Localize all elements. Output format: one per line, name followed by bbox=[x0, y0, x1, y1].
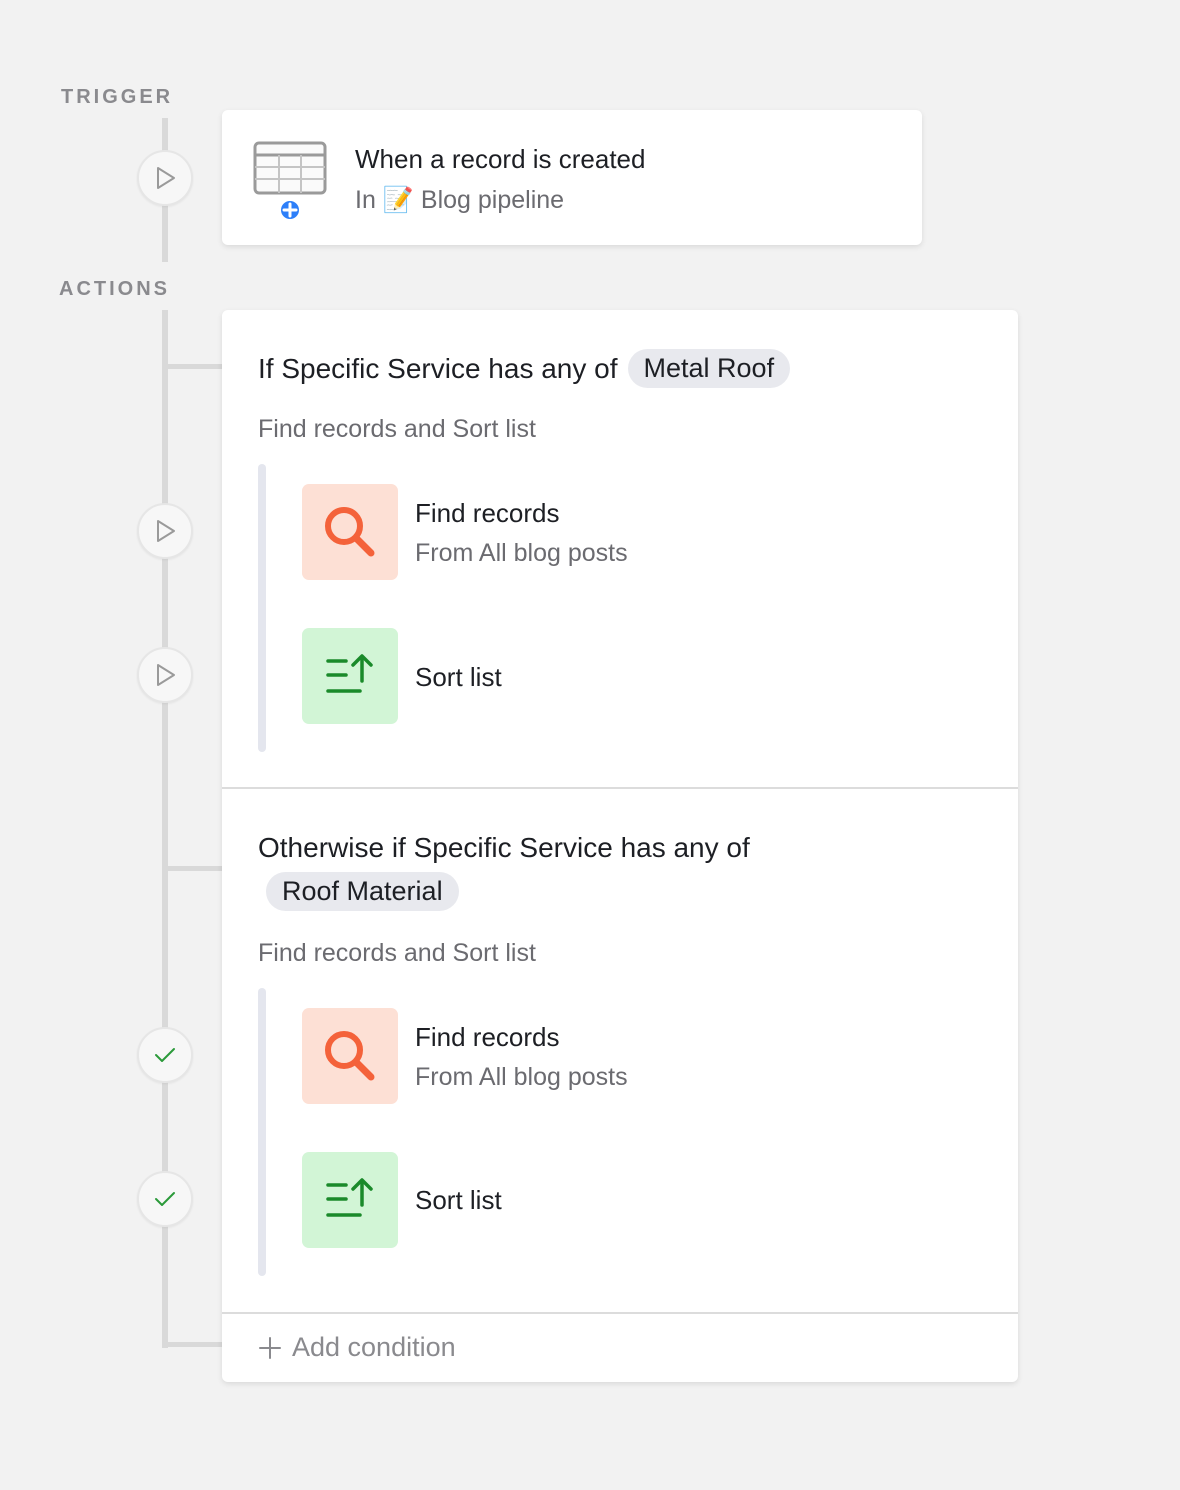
step-title: Sort list bbox=[415, 1185, 502, 1215]
sort-ascending-icon bbox=[326, 1178, 373, 1217]
table-emoji: 📝 bbox=[382, 186, 414, 214]
step-done-indicator bbox=[137, 1171, 193, 1227]
step-subtitle: From All blog posts bbox=[415, 1063, 628, 1091]
step-run-button[interactable] bbox=[137, 647, 193, 703]
play-icon bbox=[157, 664, 175, 686]
trigger-card[interactable]: When a record is created In 📝 Blog pipel… bbox=[222, 110, 922, 245]
search-icon bbox=[325, 507, 375, 557]
step-run-button[interactable] bbox=[137, 503, 193, 559]
table-add-icon bbox=[253, 141, 327, 221]
conditions-card: If Specific Service has any of Metal Roo… bbox=[222, 310, 1018, 1382]
add-condition-button[interactable]: Add condition bbox=[258, 1332, 456, 1363]
sort-ascending-icon bbox=[326, 654, 373, 693]
trigger-table-name: Blog pipeline bbox=[420, 186, 565, 214]
condition-value-pill: Metal Roof bbox=[627, 349, 791, 388]
rail-branch-2 bbox=[162, 866, 222, 871]
condition-value-wrap: Roof Material bbox=[266, 872, 459, 911]
play-icon bbox=[157, 167, 175, 189]
trigger-subtitle-prefix: In bbox=[355, 186, 376, 214]
step-subtitle: From All blog posts bbox=[415, 539, 628, 567]
condition-title[interactable]: If Specific Service has any of Metal Roo… bbox=[258, 349, 791, 388]
step-title: Find records bbox=[415, 1022, 560, 1052]
plus-icon bbox=[259, 1336, 281, 1359]
check-icon bbox=[155, 1048, 175, 1062]
rail-branch-1 bbox=[162, 364, 222, 369]
condition-divider bbox=[222, 1312, 1018, 1314]
sort-list-tile[interactable] bbox=[302, 1152, 398, 1248]
condition-divider bbox=[222, 787, 1018, 789]
trigger-section-label: TRIGGER bbox=[61, 86, 174, 108]
check-icon bbox=[155, 1192, 175, 1206]
search-icon bbox=[325, 1031, 375, 1081]
step-title: Sort list bbox=[415, 662, 502, 692]
step-done-indicator bbox=[137, 1027, 193, 1083]
branch-bar bbox=[258, 464, 266, 752]
trigger-subtitle: In 📝 Blog pipeline bbox=[355, 186, 564, 215]
condition-summary: Find records and Sort list bbox=[258, 415, 536, 443]
sort-list-tile[interactable] bbox=[302, 628, 398, 724]
condition-label: If Specific Service has any of bbox=[258, 352, 618, 384]
condition-label[interactable]: Otherwise if Specific Service has any of bbox=[258, 832, 750, 864]
trigger-run-button[interactable] bbox=[137, 150, 193, 206]
add-condition-label: Add condition bbox=[292, 1332, 456, 1362]
find-records-tile[interactable] bbox=[302, 484, 398, 580]
condition-value-pill[interactable]: Roof Material bbox=[266, 872, 459, 911]
trigger-title: When a record is created bbox=[355, 144, 646, 174]
rail-branch-end bbox=[162, 1342, 222, 1347]
branch-bar bbox=[258, 988, 266, 1276]
step-title: Find records bbox=[415, 498, 560, 528]
play-icon bbox=[157, 520, 175, 542]
actions-section-label: ACTIONS bbox=[59, 278, 170, 300]
condition-summary: Find records and Sort list bbox=[258, 939, 536, 967]
find-records-tile[interactable] bbox=[302, 1008, 398, 1104]
